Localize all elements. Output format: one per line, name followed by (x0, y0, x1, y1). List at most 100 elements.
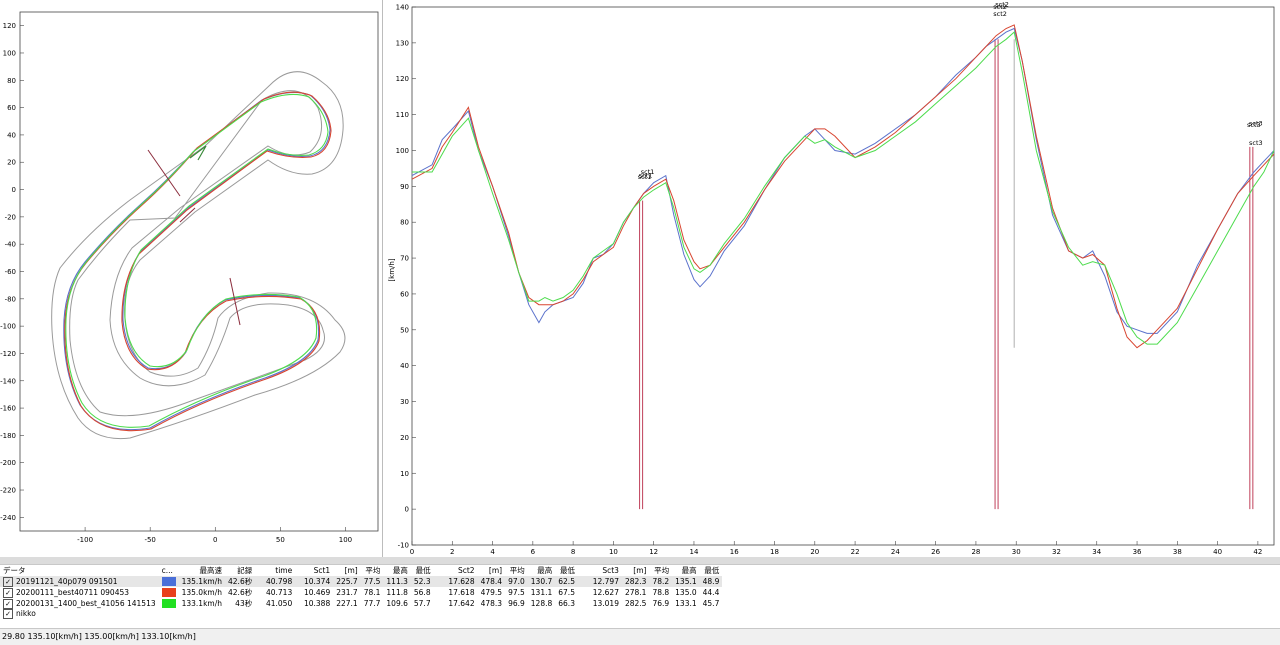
cell-sct3: 12.797 (577, 576, 622, 587)
chart-x-tick-label: 42 (1253, 548, 1262, 556)
cell-sct1-min: 57.7 (413, 599, 431, 608)
cell-time: 40.798 (255, 576, 296, 587)
sector-label: sct3 (1249, 139, 1263, 147)
cell-sct1-max: 111.3 (383, 576, 411, 587)
col-header[interactable]: [m] (478, 565, 505, 576)
color-cell[interactable] (158, 576, 179, 587)
cell-sct2-m: 478.3 (480, 599, 503, 608)
chart-x-tick-label: 6 (531, 548, 536, 556)
col-header[interactable]: データ (0, 565, 159, 576)
map-y-tick-label: 0 (12, 186, 16, 194)
col-header[interactable]: 平均 (505, 565, 528, 576)
sector-label: sct3 (1249, 119, 1263, 127)
chart-y-tick-label: 110 (396, 111, 409, 119)
map-y-tick-label: 60 (7, 104, 16, 112)
map-y-tick-label: -220 (0, 487, 16, 495)
track-map[interactable]: 120 100 80 60 40 20 0 -20 -40 -60 -80 -100 -120 -140 -… (0, 0, 382, 557)
row-name-cell[interactable]: ✓ 20200111_best40711 090453 (0, 587, 159, 598)
cell-sct1-avg: 77.5 (360, 576, 384, 587)
color-swatch[interactable] (161, 588, 176, 598)
speed-chart-panel[interactable]: [km/h] 140 130 120 110 100 90 80 70 60 50 40 30 20 10… (386, 0, 1280, 557)
cell-sct2-min: 62.5 (555, 576, 578, 587)
cell-sct1-avg: 77.7 (363, 599, 381, 608)
table-row[interactable]: ✓ 20191121_40p079 091501 135.1km/h 42.6秒 … (0, 576, 723, 587)
chart-x-tick-label: 20 (810, 548, 819, 556)
col-header[interactable]: 最低 (555, 565, 578, 576)
chart-y-tick-label: 70 (400, 255, 409, 263)
col-header[interactable]: Sct3 (578, 565, 622, 576)
chart-y-tick-label: 120 (396, 75, 409, 83)
cell-time: 41.050 (265, 599, 293, 608)
color-swatch[interactable] (161, 599, 176, 609)
map-x-tick-label: -50 (144, 536, 155, 544)
map-x-tick-label: 50 (276, 536, 285, 544)
row-name: 20200131_1400_best_41056 141513 (16, 598, 156, 608)
row-checkbox[interactable]: ✓ (3, 609, 13, 620)
col-header[interactable]: Sct2 (434, 565, 478, 576)
cell-sct3: 13.019 (592, 599, 619, 608)
speed-chart[interactable]: [km/h] 140130120110100908070605040302010… (386, 0, 1280, 557)
color-swatch[interactable] (161, 577, 176, 587)
color-cell[interactable] (159, 598, 179, 609)
col-header[interactable]: 最低 (700, 565, 723, 576)
col-header[interactable]: [m] (622, 565, 649, 576)
table-row[interactable]: ✓ 20200131_1400_best_41056 141513 133.1km… (0, 598, 722, 609)
row-checkbox[interactable]: ✓ (3, 598, 13, 609)
row-checkbox[interactable]: ✓ (3, 587, 13, 598)
row-name-cell[interactable]: ✓ 20191121_40p079 091501 (0, 576, 159, 587)
col-header[interactable]: 平均 (649, 565, 672, 576)
chart-x-tick-label: 40 (1213, 548, 1222, 556)
cell-sct2-m: 479.5 (480, 588, 503, 597)
chart-y-tick-label: 90 (400, 183, 409, 191)
map-y-tick-label: -240 (0, 514, 16, 522)
map-y-tick-label: -120 (0, 350, 16, 358)
chart-y-tick-label: 140 (396, 4, 409, 12)
splitter[interactable] (0, 557, 1280, 564)
chart-x-tick-label: 0 (410, 548, 414, 556)
cell-sct3-m: 282.3 (621, 576, 650, 587)
col-header[interactable]: 最高速 (179, 565, 225, 576)
chart-x-tick-label: 18 (770, 548, 779, 556)
map-x-tick-label: 100 (339, 536, 352, 544)
chart-x-tick-label: 38 (1173, 548, 1182, 556)
row-checkbox[interactable]: ✓ (3, 576, 13, 587)
chart-x-tick-label: 36 (1133, 548, 1142, 556)
chart-y-axis-label: [km/h] (388, 258, 396, 281)
col-header[interactable]: c... (159, 565, 179, 576)
col-header[interactable]: 記録 (225, 565, 255, 576)
chart-x-tick-label: 16 (730, 548, 739, 556)
chart-y-tick-label: 10 (400, 470, 409, 478)
cell-sct2: 17.628 (433, 576, 478, 587)
cell-sct1-max: 109.6 (386, 599, 408, 608)
table-row[interactable]: ✓ nikko (0, 609, 722, 620)
col-header[interactable]: time (255, 565, 295, 576)
row-name-cell[interactable]: ✓ 20200131_1400_best_41056 141513 (0, 598, 159, 609)
chart-y-tick-label: 40 (400, 362, 409, 370)
color-cell[interactable] (159, 587, 179, 598)
chart-y-tick-label: 50 (400, 326, 409, 334)
col-header[interactable]: 平均 (361, 565, 384, 576)
cell-sct3: 12.627 (592, 588, 619, 597)
row-name-cell[interactable]: ✓ nikko (0, 609, 159, 620)
map-y-tick-label: -200 (0, 459, 16, 467)
map-plot-area (19, 11, 379, 532)
chart-x-tick-label: 28 (971, 548, 980, 556)
chart-y-tick-label: 0 (405, 506, 409, 514)
col-header[interactable]: 最高 (672, 565, 699, 576)
col-header[interactable]: 最高 (383, 565, 410, 576)
col-header[interactable]: 最高 (528, 565, 555, 576)
chart-y-tick-label: 80 (400, 219, 409, 227)
col-header[interactable]: 最低 (411, 565, 434, 576)
chart-x-tick-label: 34 (1092, 548, 1101, 556)
chart-x-tick-label: 10 (609, 548, 618, 556)
cell-sct1-avg: 78.1 (363, 588, 381, 597)
table-row[interactable]: ✓ 20200111_best40711 090453 135.0km/h 42.… (0, 587, 722, 598)
cell-sct3-min: 45.7 (702, 599, 720, 608)
chart-x-tick-label: 22 (851, 548, 860, 556)
col-header[interactable]: Sct1 (295, 565, 333, 576)
track-map-panel[interactable]: 120 100 80 60 40 20 0 -20 -40 -60 -80 -100 -120 -140 -… (0, 0, 383, 557)
col-header[interactable]: [m] (333, 565, 360, 576)
chart-x-tick-label: 26 (931, 548, 940, 556)
cell-sct3-min: 48.9 (699, 576, 723, 587)
cell-sct1-max: 111.8 (386, 588, 408, 597)
